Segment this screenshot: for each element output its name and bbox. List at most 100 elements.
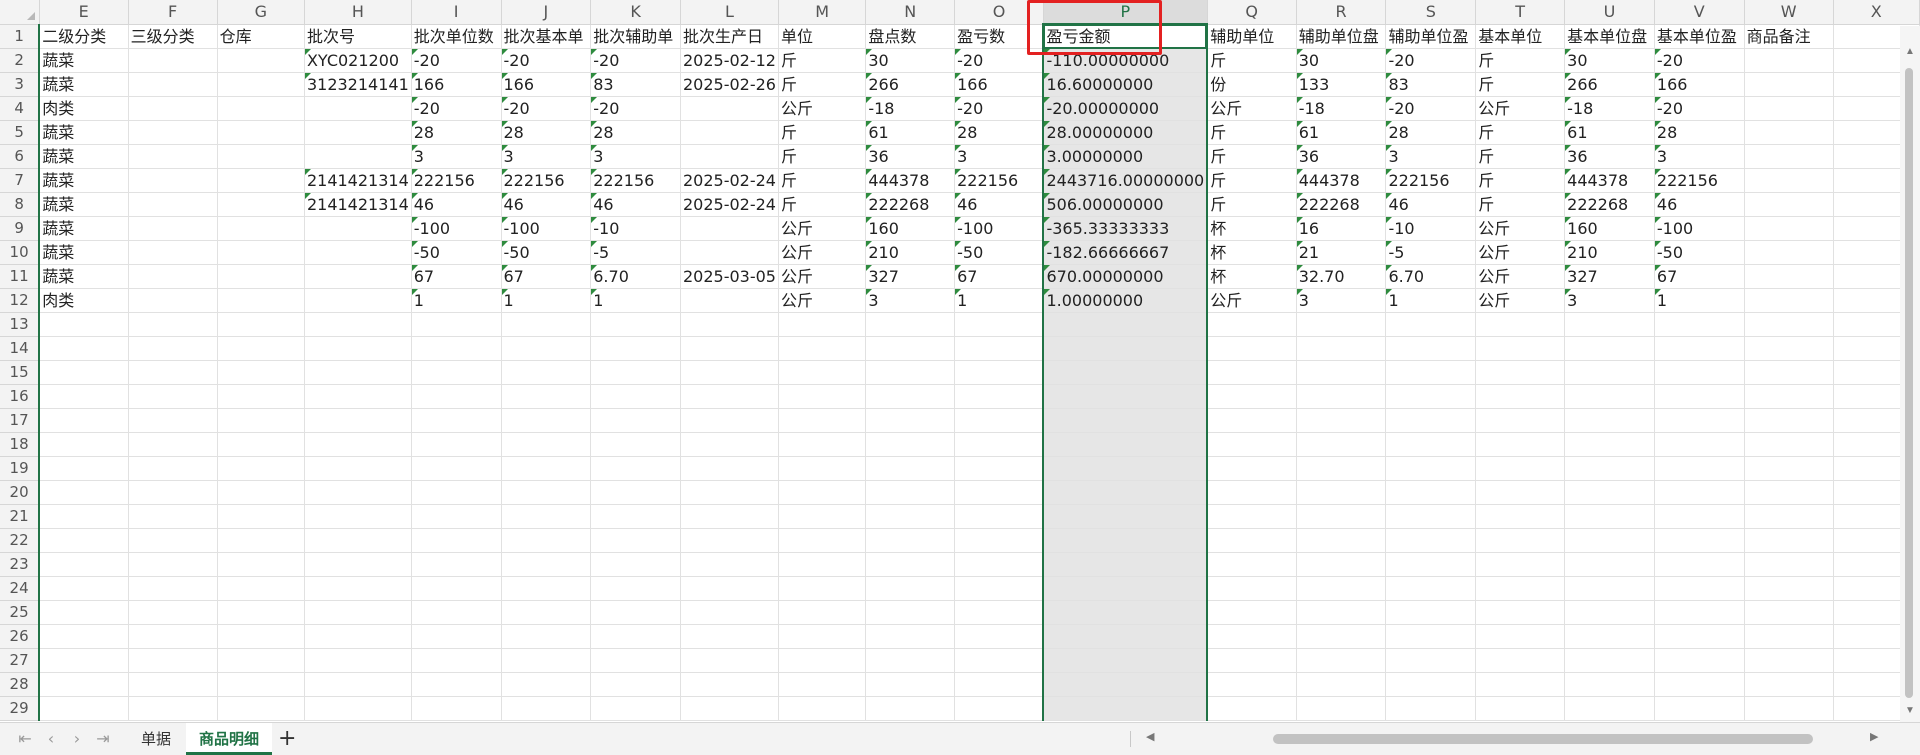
cell-k23[interactable]	[590, 552, 681, 577]
cell-j5[interactable]: 28	[501, 120, 592, 145]
cell-i11[interactable]: 67	[411, 264, 502, 289]
cell-l27[interactable]	[680, 648, 779, 673]
cell-j22[interactable]	[501, 528, 592, 553]
cell-q10[interactable]: 杯	[1207, 240, 1297, 265]
cell-w1[interactable]: 商品备注	[1744, 24, 1834, 49]
cell-v17[interactable]	[1654, 408, 1745, 433]
cell-r14[interactable]	[1296, 336, 1387, 361]
cell-o15[interactable]	[954, 360, 1044, 385]
cell-r24[interactable]	[1296, 576, 1387, 601]
cell-e27[interactable]	[38, 648, 129, 673]
cell-n27[interactable]	[865, 648, 956, 673]
cell-m21[interactable]	[778, 504, 867, 529]
cell-l14[interactable]	[680, 336, 779, 361]
cell-e17[interactable]	[38, 408, 129, 433]
cell-k27[interactable]	[590, 648, 681, 673]
cell-v23[interactable]	[1654, 552, 1745, 577]
cell-h18[interactable]	[304, 432, 412, 457]
cell-n28[interactable]	[865, 672, 956, 697]
cell-u6[interactable]: 36	[1564, 144, 1655, 169]
cell-h4[interactable]	[304, 96, 412, 121]
cell-f16[interactable]	[128, 384, 218, 409]
cell-s1[interactable]: 辅助单位盈	[1385, 24, 1477, 49]
cell-r12[interactable]: 3	[1296, 288, 1387, 313]
cell-p28[interactable]	[1042, 672, 1209, 697]
cell-q18[interactable]	[1207, 432, 1297, 457]
cell-t29[interactable]	[1475, 696, 1566, 721]
cell-s18[interactable]	[1385, 432, 1477, 457]
cell-u21[interactable]	[1564, 504, 1655, 529]
cell-g6[interactable]	[217, 144, 305, 169]
cell-f5[interactable]	[128, 120, 218, 145]
cell-r15[interactable]	[1296, 360, 1387, 385]
cell-m29[interactable]	[778, 696, 867, 721]
cell-l5[interactable]	[680, 120, 779, 145]
cell-i28[interactable]	[411, 672, 502, 697]
cell-s4[interactable]: -20	[1385, 96, 1477, 121]
row-header[interactable]: 16	[0, 384, 40, 409]
cell-g14[interactable]	[217, 336, 305, 361]
cell-q5[interactable]: 斤	[1207, 120, 1297, 145]
cell-p20[interactable]	[1042, 480, 1209, 505]
sheet-tab-product-details[interactable]: 商品明细	[186, 723, 272, 755]
cell-g22[interactable]	[217, 528, 305, 553]
cell-g8[interactable]	[217, 192, 305, 217]
cell-e1[interactable]: 二级分类	[38, 24, 129, 49]
cell-w14[interactable]	[1744, 336, 1834, 361]
cell-p11[interactable]: 670.00000000	[1042, 264, 1209, 289]
cell-r19[interactable]	[1296, 456, 1387, 481]
cell-i29[interactable]	[411, 696, 502, 721]
cell-p8[interactable]: 506.00000000	[1042, 192, 1209, 217]
cell-q4[interactable]: 公斤	[1207, 96, 1297, 121]
row-header[interactable]: 7	[0, 168, 40, 193]
cell-o7[interactable]: 222156	[954, 168, 1044, 193]
cell-m7[interactable]: 斤	[778, 168, 867, 193]
cell-g17[interactable]	[217, 408, 305, 433]
cell-j2[interactable]: -20	[501, 48, 592, 73]
cell-j12[interactable]: 1	[501, 288, 592, 313]
cell-o6[interactable]: 3	[954, 144, 1044, 169]
cell-l24[interactable]	[680, 576, 779, 601]
cell-f23[interactable]	[128, 552, 218, 577]
cell-j26[interactable]	[501, 624, 592, 649]
cell-m20[interactable]	[778, 480, 867, 505]
cell-w2[interactable]	[1744, 48, 1834, 73]
cell-l19[interactable]	[680, 456, 779, 481]
cell-m24[interactable]	[778, 576, 867, 601]
cell-g5[interactable]	[217, 120, 305, 145]
cell-m6[interactable]: 斤	[778, 144, 867, 169]
cell-p24[interactable]	[1042, 576, 1209, 601]
cell-f13[interactable]	[128, 312, 218, 337]
cell-q28[interactable]	[1207, 672, 1297, 697]
cell-e13[interactable]	[38, 312, 129, 337]
cell-v8[interactable]: 46	[1654, 192, 1745, 217]
cell-i21[interactable]	[411, 504, 502, 529]
cell-v7[interactable]: 222156	[1654, 168, 1745, 193]
cell-q23[interactable]	[1207, 552, 1297, 577]
cell-o16[interactable]	[954, 384, 1044, 409]
cell-r27[interactable]	[1296, 648, 1387, 673]
cell-j17[interactable]	[501, 408, 592, 433]
cell-r3[interactable]: 133	[1296, 72, 1387, 97]
cell-w4[interactable]	[1744, 96, 1834, 121]
cell-v1[interactable]: 基本单位盈	[1654, 24, 1745, 49]
cell-j23[interactable]	[501, 552, 592, 577]
cell-s10[interactable]: -5	[1385, 240, 1477, 265]
cell-v9[interactable]: -100	[1654, 216, 1745, 241]
cell-q29[interactable]	[1207, 696, 1297, 721]
cell-l22[interactable]	[680, 528, 779, 553]
cell-w29[interactable]	[1744, 696, 1834, 721]
cell-l3[interactable]: 2025-02-26	[680, 72, 779, 97]
cell-l8[interactable]: 2025-02-24	[680, 192, 779, 217]
cell-n2[interactable]: 30	[865, 48, 956, 73]
cell-m2[interactable]: 斤	[778, 48, 867, 73]
cell-i19[interactable]	[411, 456, 502, 481]
cell-u4[interactable]: -18	[1564, 96, 1655, 121]
cell-t22[interactable]	[1475, 528, 1566, 553]
cell-i5[interactable]: 28	[411, 120, 502, 145]
cell-t13[interactable]	[1475, 312, 1566, 337]
cell-e19[interactable]	[38, 456, 129, 481]
cell-n20[interactable]	[865, 480, 956, 505]
cell-i12[interactable]: 1	[411, 288, 502, 313]
cell-r28[interactable]	[1296, 672, 1387, 697]
